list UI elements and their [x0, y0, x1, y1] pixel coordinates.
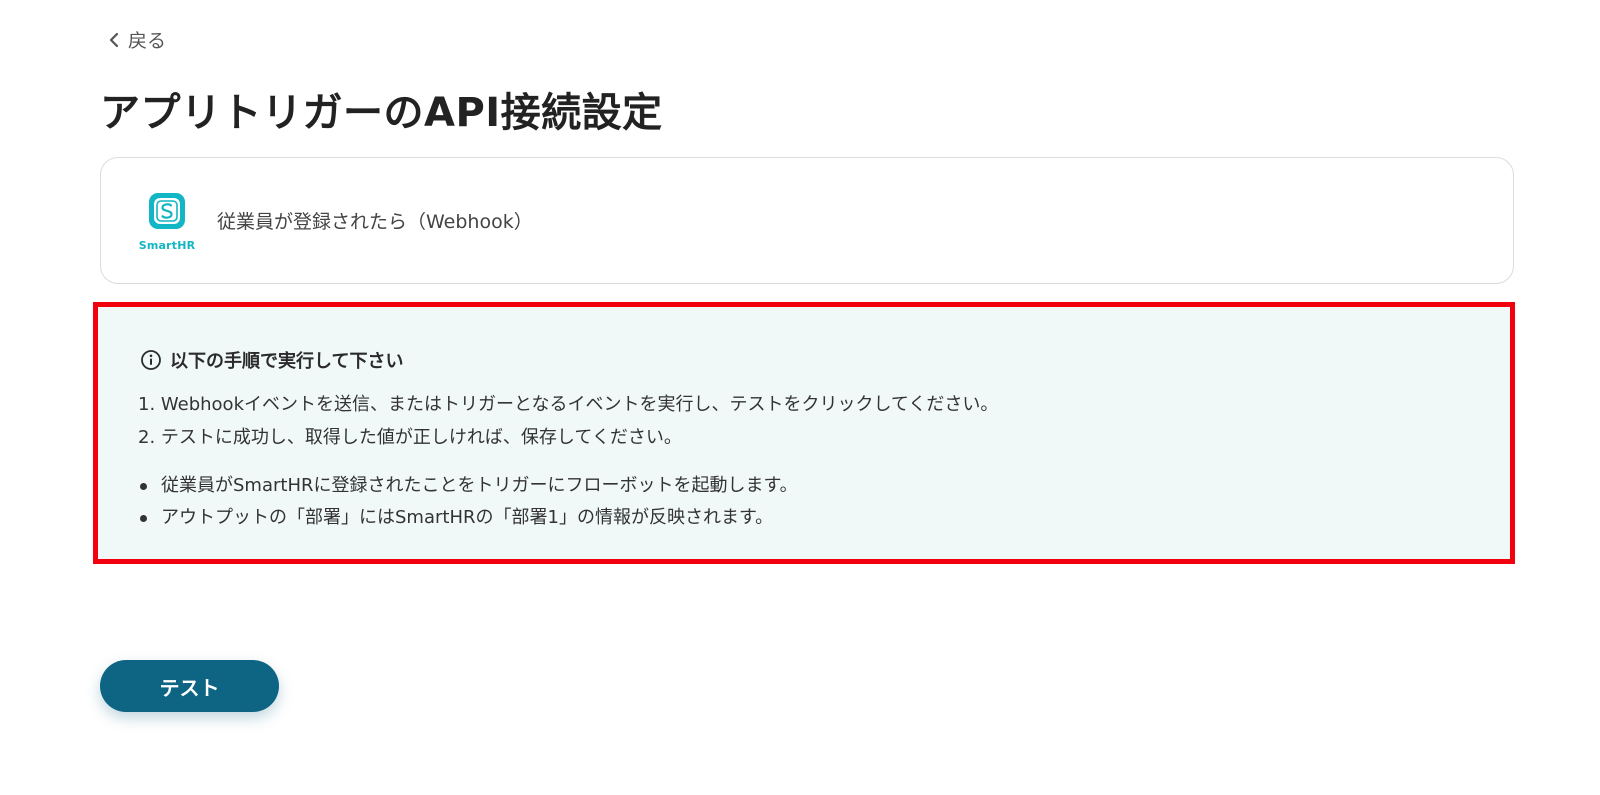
smarthr-icon [146, 190, 188, 236]
test-button[interactable]: テスト [100, 660, 279, 712]
note-text: 従業員がSmartHRに登録されたことをトリガーにフローボットを起動します。 [161, 475, 798, 496]
page-title: アプリトリガーのAPI接続設定 [100, 90, 663, 136]
note-item: アウトプットの「部署」にはSmartHRの「部署1」の情報が反映されます。 [138, 502, 798, 534]
steps-list: 1. Webhookイベントを送信、またはトリガーとなるイベントを実行し、テスト… [138, 393, 998, 459]
bullet-icon [140, 482, 147, 490]
instructions-heading: 以下の手順で実行して下さい [140, 347, 403, 373]
trigger-card: SmartHR 従業員が登録されたら（Webhook） [100, 157, 1514, 284]
instructions-heading-text: 以下の手順で実行して下さい [170, 351, 404, 372]
smarthr-logo: SmartHR [137, 190, 197, 252]
note-text: アウトプットの「部署」にはSmartHRの「部署1」の情報が反映されます。 [161, 507, 774, 528]
notes-list: 従業員がSmartHRに登録されたことをトリガーにフローボットを起動します。 ア… [138, 470, 798, 534]
note-item: 従業員がSmartHRに登録されたことをトリガーにフローボットを起動します。 [138, 470, 798, 502]
step-item: 2. テストに成功し、取得した値が正しければ、保存してください。 [138, 427, 682, 448]
step-item: 1. Webhookイベントを送信、またはトリガーとなるイベントを実行し、テスト… [138, 394, 999, 415]
instructions-box: 以下の手順で実行して下さい 1. Webhookイベントを送信、またはトリガーと… [93, 302, 1515, 564]
page: 戻る アプリトリガーのAPI接続設定 SmartHR 従業員が登録されたら（We… [0, 0, 1600, 795]
info-icon [140, 349, 162, 371]
trigger-label: 従業員が登録されたら（Webhook） [217, 211, 533, 233]
back-label: 戻る [128, 30, 167, 52]
chevron-left-icon [108, 32, 120, 48]
back-link[interactable]: 戻る [108, 26, 166, 53]
bullet-icon [140, 514, 147, 522]
app-name: SmartHR [138, 238, 196, 252]
